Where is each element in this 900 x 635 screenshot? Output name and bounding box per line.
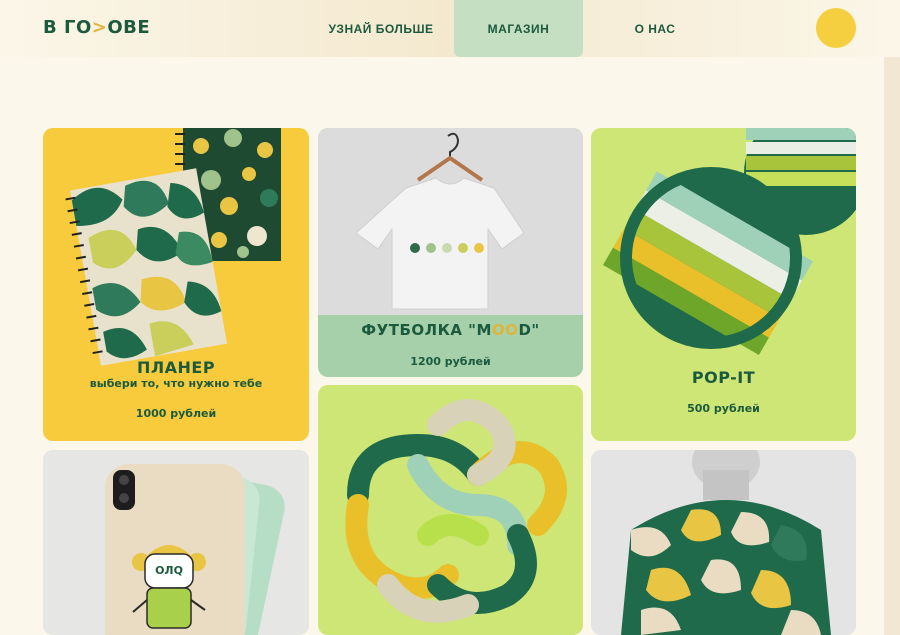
- product-card-tshirt[interactable]: ФУТБОЛКА "MOOD" 1200 рублей: [318, 128, 583, 377]
- planner-image: [65, 128, 281, 366]
- logo-text-left: В ГО: [43, 17, 92, 38]
- planner-subtitle: выбери то, что нужно тебе: [89, 377, 263, 390]
- popit-title: POP-IT: [691, 368, 756, 387]
- popit-image: [603, 128, 856, 355]
- product-card-scarf[interactable]: [591, 450, 856, 635]
- tshirt-title-prefix: ФУТБОЛКА "M: [361, 321, 492, 339]
- product-card-popit[interactable]: POP-IT 500 рублей: [591, 128, 856, 441]
- logo-text-right: ОВЕ: [107, 17, 151, 38]
- nav-about[interactable]: О НАС: [600, 0, 710, 57]
- profile-avatar[interactable]: [816, 8, 856, 48]
- tshirt-title-oo: OO: [491, 321, 519, 339]
- tshirt-image: [318, 128, 583, 315]
- product-card-phone-case[interactable]: ОЛQ: [43, 450, 309, 635]
- tshirt-title-suffix: D": [518, 321, 540, 339]
- scarf-image: [591, 450, 856, 635]
- tangle-image: [345, 399, 567, 623]
- scrollbar-track[interactable]: [884, 57, 900, 635]
- tshirt-title: ФУТБОЛКА "MOOD": [318, 321, 583, 339]
- product-card-planner[interactable]: ПЛАНЕР выбери то, что нужно тебе 1000 ру…: [43, 128, 309, 441]
- phone-sticker-text: ОЛQ: [155, 564, 183, 577]
- site-header: В ГО>ОВЕ УЗНАЙ БОЛЬШЕ МАГАЗИН О НАС: [0, 0, 900, 57]
- planner-title: ПЛАНЕР: [136, 358, 216, 377]
- nav-learn-more[interactable]: УЗНАЙ БОЛЬШЕ: [318, 0, 444, 57]
- planner-price: 1000 рублей: [135, 407, 217, 420]
- tshirt-price: 1200 рублей: [410, 355, 491, 368]
- phone-case-image: [43, 450, 309, 635]
- popit-price: 500 рублей: [687, 402, 760, 415]
- site-logo[interactable]: В ГО>ОВЕ: [43, 17, 150, 38]
- product-card-tangle[interactable]: [318, 385, 583, 635]
- logo-arrow: >: [91, 17, 108, 38]
- nav-shop[interactable]: МАГАЗИН: [454, 0, 583, 57]
